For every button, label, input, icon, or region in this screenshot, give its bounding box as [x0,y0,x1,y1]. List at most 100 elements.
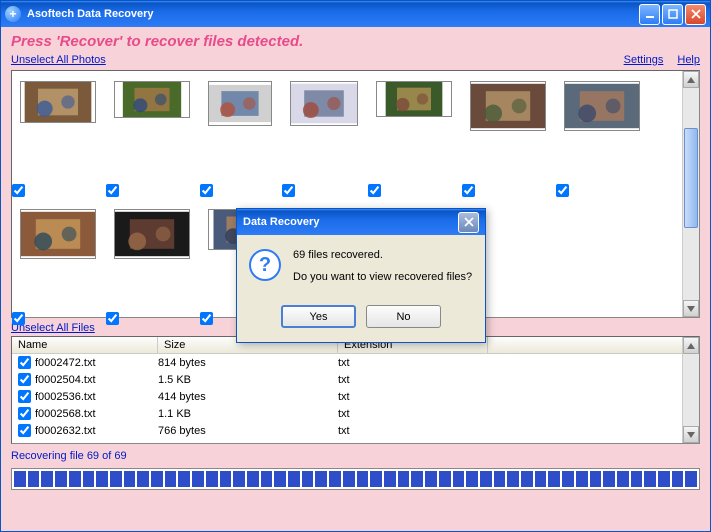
minimize-button[interactable] [639,4,660,25]
progress-segment [178,471,190,487]
photo-thumbnail[interactable] [376,81,452,189]
progress-bar [11,468,700,490]
file-scrollbar[interactable] [682,337,699,443]
file-name: f0002536.txt [35,391,96,403]
photo-checkbox[interactable] [282,184,295,197]
file-name: f0002632.txt [35,425,96,437]
photo-thumbnail[interactable] [208,81,272,189]
progress-segment [439,471,451,487]
progress-segment [14,471,26,487]
progress-segment [425,471,437,487]
dialog-title: Data Recovery [243,216,458,228]
progress-segment [329,471,341,487]
file-extension: txt [338,357,488,369]
table-row[interactable]: f0002472.txt 814 bytes txt [12,354,699,371]
photo-checkbox[interactable] [12,184,25,197]
progress-segment [590,471,602,487]
progress-segment [384,471,396,487]
table-row[interactable]: f0002632.txt 766 bytes txt [12,422,699,439]
file-checkbox[interactable] [18,407,31,420]
column-spacer [488,337,699,353]
photo-thumbnail[interactable] [470,81,546,189]
progress-segment [28,471,40,487]
progress-segment [507,471,519,487]
progress-segment [302,471,314,487]
file-name: f0002568.txt [35,408,96,420]
progress-segment [631,471,643,487]
progress-segment [672,471,684,487]
file-size: 814 bytes [158,357,338,369]
file-size: 1.5 KB [158,374,338,386]
progress-segment [288,471,300,487]
main-window: + Asoftech Data Recovery Press 'Recover'… [0,0,711,532]
progress-segment [548,471,560,487]
photo-checkbox[interactable] [368,184,381,197]
question-icon: ? [249,249,281,281]
progress-segment [165,471,177,487]
dialog-close-button[interactable] [458,212,479,233]
file-size: 1.1 KB [158,408,338,420]
progress-segment [96,471,108,487]
column-name[interactable]: Name [12,337,158,353]
maximize-button[interactable] [662,4,683,25]
progress-segment [535,471,547,487]
progress-segment [110,471,122,487]
file-panel: Name Size Extension f0002472.txt 814 byt… [11,336,700,444]
photo-thumbnail[interactable] [114,81,190,189]
progress-segment [644,471,656,487]
scroll-up-icon[interactable] [683,71,699,88]
progress-segment [206,471,218,487]
table-row[interactable]: f0002568.txt 1.1 KB txt [12,405,699,422]
progress-segment [521,471,533,487]
photo-checkbox[interactable] [200,312,213,325]
progress-segment [411,471,423,487]
photo-checkbox[interactable] [12,312,25,325]
photo-checkbox[interactable] [106,312,119,325]
progress-segment [576,471,588,487]
scroll-down-icon[interactable] [683,426,699,443]
table-row[interactable]: f0002536.txt 414 bytes txt [12,388,699,405]
scroll-up-icon[interactable] [683,337,699,354]
photo-thumbnail[interactable] [20,209,96,317]
photo-scrollbar[interactable] [682,71,699,317]
settings-link[interactable]: Settings [624,54,664,66]
file-checkbox[interactable] [18,373,31,386]
photo-thumbnail[interactable] [564,81,640,189]
dialog-titlebar: Data Recovery [237,209,485,235]
photo-checkbox[interactable] [106,184,119,197]
progress-segment [220,471,232,487]
window-title: Asoftech Data Recovery [27,8,639,20]
progress-segment [603,471,615,487]
progress-segment [261,471,273,487]
yes-button[interactable]: Yes [281,305,356,328]
photo-checkbox[interactable] [200,184,213,197]
no-button[interactable]: No [366,305,441,328]
photo-thumbnail[interactable] [290,81,358,189]
progress-segment [658,471,670,487]
file-checkbox[interactable] [18,390,31,403]
progress-segment [233,471,245,487]
help-link[interactable]: Help [677,54,700,66]
photo-thumbnail[interactable] [20,81,96,189]
recovery-dialog: Data Recovery ? 69 files recovered. Do y… [236,208,486,343]
close-button[interactable] [685,4,706,25]
unselect-all-photos-link[interactable]: Unselect All Photos [11,54,106,66]
scroll-down-icon[interactable] [683,300,699,317]
photo-checkbox[interactable] [462,184,475,197]
photo-thumbnail[interactable] [114,209,190,317]
file-extension: txt [338,391,488,403]
file-checkbox[interactable] [18,356,31,369]
file-name: f0002472.txt [35,357,96,369]
dialog-message-1: 69 files recovered. [293,249,472,261]
progress-segment [617,471,629,487]
file-size: 766 bytes [158,425,338,437]
progress-segment [69,471,81,487]
progress-segment [370,471,382,487]
titlebar: + Asoftech Data Recovery [1,1,710,27]
progress-segment [247,471,259,487]
file-checkbox[interactable] [18,424,31,437]
file-extension: txt [338,408,488,420]
table-row[interactable]: f0002504.txt 1.5 KB txt [12,371,699,388]
photo-checkbox[interactable] [556,184,569,197]
scroll-thumb[interactable] [684,128,698,228]
